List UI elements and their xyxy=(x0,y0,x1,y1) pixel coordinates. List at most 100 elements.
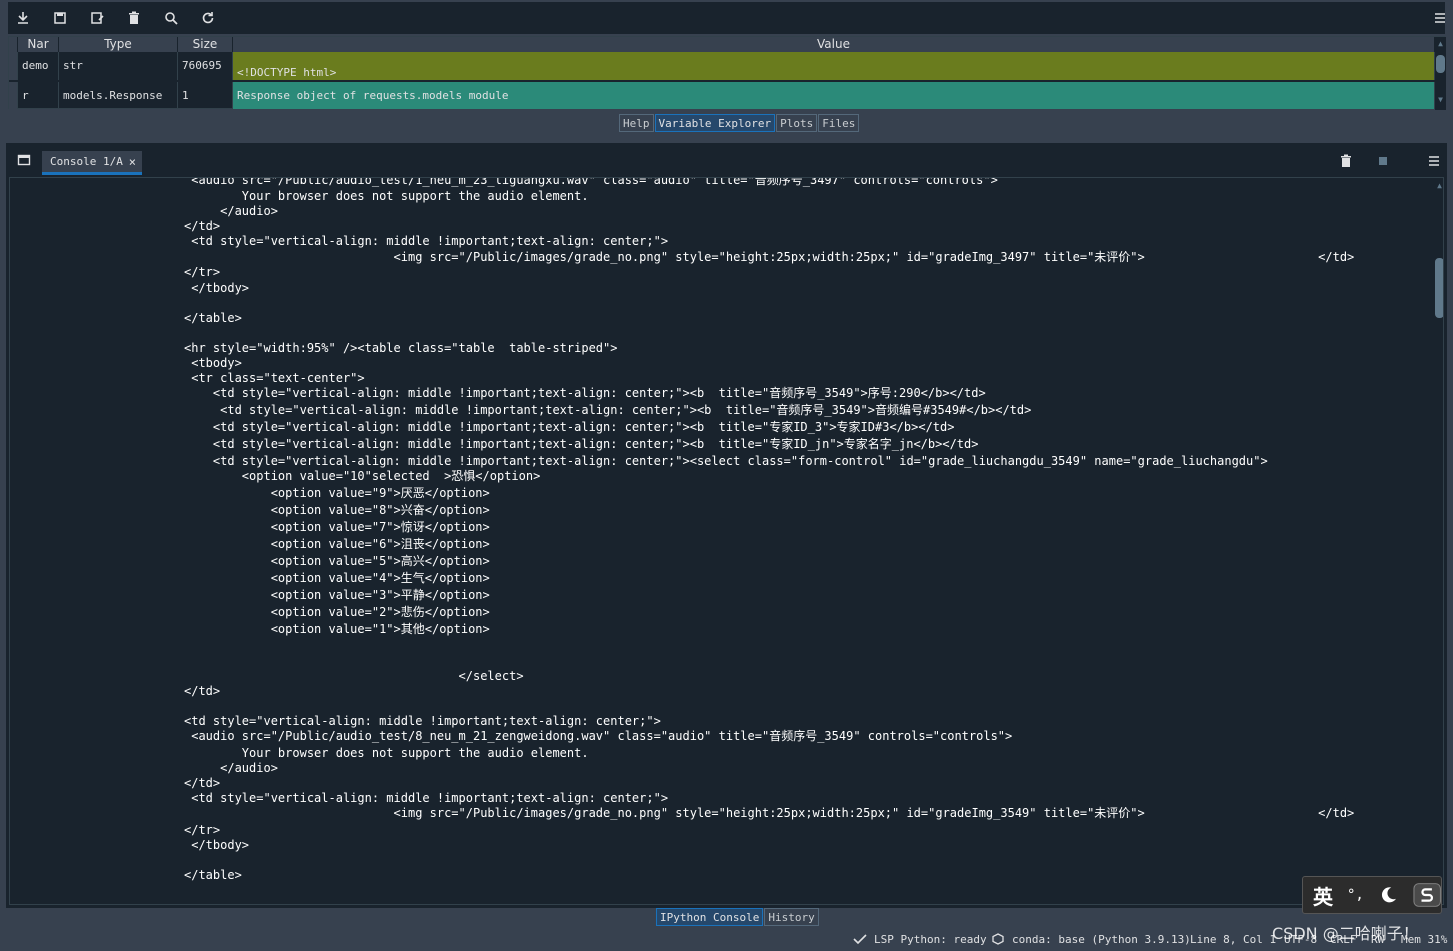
console-line: </tr> xyxy=(184,265,221,279)
console-line: </tbody> xyxy=(184,281,250,295)
lsp-status-icon xyxy=(853,934,867,945)
interrupt-kernel-button[interactable] xyxy=(1372,150,1394,172)
column-header-value[interactable]: Value xyxy=(233,37,1435,52)
remove-all-variables-button[interactable] xyxy=(121,6,147,30)
console-output[interactable]: <audio src="/Public/audio_test/1_neu_m_2… xyxy=(9,177,1444,905)
console-line: <option value="10"selected >恐惧</option> xyxy=(184,469,541,483)
import-icon xyxy=(18,12,28,24)
var-pane-tabbar: Help Variable Explorer Plots Files xyxy=(619,114,860,132)
conda-env-status[interactable]: conda: base (Python 3.9.13) xyxy=(1012,933,1191,946)
variable-table: Nar Type Size Value demo str 760695 <!DO… xyxy=(8,36,1446,110)
tab-files[interactable]: Files xyxy=(818,114,860,132)
menu-icon xyxy=(1429,156,1439,166)
remove-variables-button[interactable] xyxy=(1335,150,1357,172)
console-line: </tbody> xyxy=(184,838,250,852)
console-line: </td> xyxy=(184,219,221,233)
console-tab-row: Console 1/A × xyxy=(6,143,1447,177)
delete-icon xyxy=(129,11,139,24)
console-line: <option value="4">生气</option> xyxy=(184,571,490,585)
table-cell-value[interactable]: <!DOCTYPE html> xyxy=(233,52,1435,80)
console-line: <td style="vertical-align: middle !impor… xyxy=(184,437,979,451)
column-header-size[interactable]: Size xyxy=(178,37,233,52)
tab-plots[interactable]: Plots xyxy=(776,114,818,132)
scrollbar-thumb[interactable] xyxy=(1435,258,1443,318)
status-bar: LSP Python: ready conda: base (Python 3.… xyxy=(0,928,1453,951)
ime-language[interactable]: 英 xyxy=(1313,881,1333,910)
delete-icon xyxy=(1341,154,1351,167)
sogou-logo-icon[interactable] xyxy=(1413,882,1441,908)
tab-history[interactable]: History xyxy=(764,908,819,926)
console-line: <option value="7">惊讶</option> xyxy=(184,520,490,534)
scrollbar-thumb[interactable] xyxy=(1436,55,1445,73)
table-corner xyxy=(9,37,18,52)
console-line: Your browser does not support the audio … xyxy=(184,189,589,203)
table-cell-type[interactable]: str xyxy=(59,52,178,80)
table-cell-size[interactable]: 760695 xyxy=(178,52,233,80)
lsp-status[interactable]: LSP Python: ready xyxy=(874,933,987,946)
console-line: <option value="1">其他</option> xyxy=(184,622,490,636)
console-line: <option value="6">沮丧</option> xyxy=(184,537,490,551)
save-icon xyxy=(54,12,66,24)
console-scrollbar[interactable]: ▲ ▼ xyxy=(1434,178,1443,904)
watermark: CSDN @二哈喇子！ xyxy=(1272,924,1419,943)
console-line: <option value="3">平静</option> xyxy=(184,588,490,602)
row-header[interactable] xyxy=(9,52,18,80)
console-line: <hr style="width:95%" /><table class="ta… xyxy=(184,341,618,355)
console-line: <img src="/Public/images/grade_no.png" s… xyxy=(184,806,1355,820)
table-cell-name[interactable]: demo xyxy=(18,52,59,80)
table-cell-name[interactable]: r xyxy=(18,82,59,109)
console-line: <option value="9">厌恶</option> xyxy=(184,486,490,500)
import-data-button[interactable] xyxy=(10,6,36,30)
scroll-down-icon[interactable]: ▼ xyxy=(1436,95,1445,104)
table-cell-value[interactable]: Response object of requests.models modul… xyxy=(233,82,1435,109)
tab-variable-explorer[interactable]: Variable Explorer xyxy=(654,114,776,132)
ime-punctuation[interactable]: °, xyxy=(1347,887,1364,903)
refresh-icon xyxy=(202,12,214,24)
console-line: </td> xyxy=(184,684,221,698)
console-line: <option value="8">兴奋</option> xyxy=(184,503,490,517)
save-data-button[interactable] xyxy=(47,6,73,30)
table-cell-type[interactable]: models.Response xyxy=(59,82,178,109)
console-line: <img src="/Public/images/grade_no.png" s… xyxy=(184,250,1355,264)
menu-icon xyxy=(1435,13,1445,23)
close-icon[interactable]: × xyxy=(129,151,136,173)
moon-icon[interactable] xyxy=(1378,884,1399,906)
table-cell-size[interactable]: 1 xyxy=(178,82,233,109)
ipython-console-pane: Console 1/A × <audio src="/Public/audio_… xyxy=(6,143,1447,908)
options-menu-button[interactable] xyxy=(1427,6,1453,30)
variable-explorer-pane: Nar Type Size Value demo str 760695 <!DO… xyxy=(0,0,1453,137)
refresh-button[interactable] xyxy=(195,6,221,30)
console-line: <audio src="/Public/audio_test/8_neu_m_2… xyxy=(184,729,1013,743)
scroll-up-icon[interactable]: ▲ xyxy=(1435,181,1443,190)
ime-toolbar[interactable]: 英 °, xyxy=(1302,876,1442,914)
stop-icon xyxy=(1379,157,1387,165)
console-line: <td style="vertical-align: middle !impor… xyxy=(184,454,1268,468)
console-line: <audio src="/Public/audio_test/1_neu_m_2… xyxy=(184,177,998,187)
tab-console-1a[interactable]: Console 1/A × xyxy=(42,151,142,175)
console-line: </table> xyxy=(184,868,242,882)
column-header-name[interactable]: Nar xyxy=(18,37,59,52)
console-line: <option value="5">高兴</option> xyxy=(184,554,490,568)
window-icon xyxy=(17,154,31,166)
tab-ipython-console[interactable]: IPython Console xyxy=(656,908,764,926)
console-line: </table> xyxy=(184,311,242,325)
console-line: <td style="vertical-align: middle !impor… xyxy=(184,714,661,728)
save-as-icon xyxy=(91,12,104,24)
row-header[interactable] xyxy=(9,82,18,109)
scroll-up-icon[interactable]: ▲ xyxy=(1436,39,1445,48)
save-as-button[interactable] xyxy=(84,6,110,30)
console-line: <td style="vertical-align: middle !impor… xyxy=(184,420,955,434)
search-variables-button[interactable] xyxy=(158,6,184,30)
console-line: <option value="2">悲伤</option> xyxy=(184,605,490,619)
console-line: </audio> xyxy=(184,761,278,775)
variable-table-scrollbar[interactable]: ▲ ▼ xyxy=(1435,37,1446,110)
console-options-button[interactable] xyxy=(1423,150,1445,172)
console-tab-label: Console 1/A xyxy=(50,155,123,168)
variable-explorer-toolbar xyxy=(8,2,1445,34)
search-icon xyxy=(165,12,178,25)
column-header-type[interactable]: Type xyxy=(59,37,178,52)
tab-help[interactable]: Help xyxy=(619,114,654,132)
console-pane-tabbar: IPython Console History xyxy=(656,908,819,926)
browse-tabs-button[interactable] xyxy=(13,149,35,171)
console-line: <td style="vertical-align: middle !impor… xyxy=(184,386,986,400)
